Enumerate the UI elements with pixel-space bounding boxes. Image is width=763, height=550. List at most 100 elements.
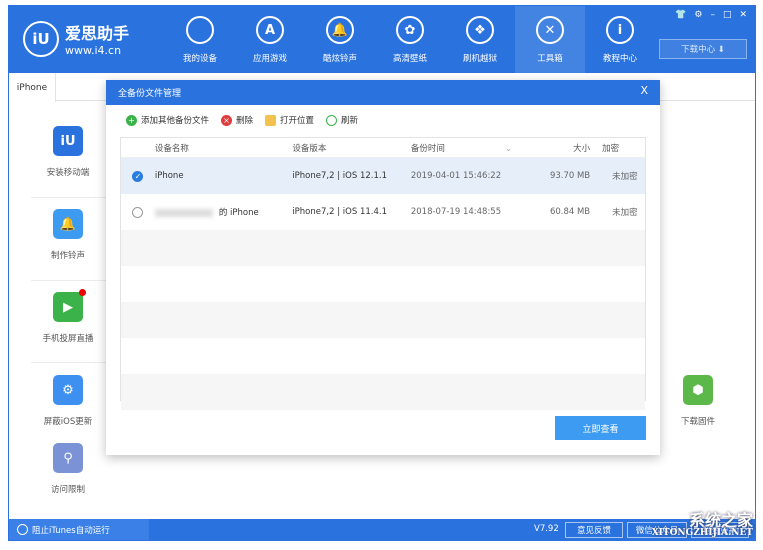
logo-icon: iU	[23, 20, 59, 57]
version-label: V7.92	[534, 524, 559, 534]
dialog-close-button[interactable]: X	[640, 84, 648, 97]
tool-icon: ⚙	[53, 375, 83, 405]
open-label: 打开位置	[280, 116, 315, 126]
table-row[interactable]: ✓ iPhone iPhone7,2 | iOS 12.1.1 2019-04-…	[121, 158, 645, 194]
tool-icon: ▶	[53, 289, 86, 322]
empty-row	[121, 302, 645, 338]
nav-flower[interactable]: ✿ 高清壁纸	[375, 6, 445, 73]
nav-bell[interactable]: 🔔 酷炫铃声	[305, 6, 375, 73]
status-bar: 阻止iTunes自动运行 V7.92 意见反馈 微信公众号 检查更新	[9, 519, 755, 540]
nav-app-store[interactable]: A 应用游戏	[235, 6, 305, 73]
download-center-button[interactable]: 下载中心 ⬇	[659, 39, 747, 59]
block-itunes-label: 阻止iTunes自动运行	[32, 525, 110, 536]
tool-label: 屏蔽iOS更新	[43, 417, 93, 427]
tool-item[interactable]: iU 安装移动端	[23, 126, 113, 178]
refresh-button[interactable]: 刷新	[326, 114, 358, 126]
radio-icon	[17, 524, 28, 535]
tab-iphone[interactable]: iPhone	[9, 73, 56, 102]
nav-dropbox[interactable]: ❖ 刷机越狱	[445, 6, 515, 73]
col-size[interactable]: 大小	[530, 142, 590, 154]
backup-manager-dialog: 全备份文件管理 X + 添加其他备份文件 × 删除 打开位置 刷新 设备名称 设备版…	[106, 80, 660, 455]
encrypt-status: 未加密	[612, 172, 638, 182]
open-location-button[interactable]: 打开位置	[265, 114, 314, 126]
app-name: 爱思助手	[65, 24, 130, 43]
refresh-icon	[326, 114, 338, 126]
nav-tools[interactable]: ✕ 工具箱	[515, 6, 585, 73]
chevron-down-icon: ⌄	[504, 143, 513, 154]
col-backup-time-label: 备份时间	[410, 143, 445, 154]
empty-row	[121, 230, 645, 266]
app-url: www.i4.cn	[65, 44, 122, 57]
device-name-text: iPhone	[154, 171, 184, 181]
backup-time: 2019-04-01 15:46:22	[410, 171, 502, 181]
box-icon: ⬢	[683, 375, 713, 405]
bell-icon: 🔔	[326, 16, 354, 44]
backup-size: 93.70 MB	[549, 171, 591, 181]
col-device-version[interactable]: 设备版本	[292, 142, 411, 154]
watermark: 系统之家 XITONGZHIJIA.NET	[651, 511, 753, 538]
device-name: iPhone	[155, 171, 292, 181]
nav-label: 高清壁纸	[392, 54, 427, 64]
add-backup-button[interactable]: + 添加其他备份文件	[126, 114, 209, 126]
block-itunes-toggle[interactable]: 阻止iTunes自动运行	[9, 519, 149, 540]
tool-label: 手机投屏直播	[42, 334, 94, 344]
folder-search-icon	[265, 114, 277, 126]
shirt-icon[interactable]: 👕	[675, 10, 686, 20]
empty-row	[121, 374, 645, 410]
nav-info[interactable]: i 教程中心	[585, 6, 655, 73]
nav-label: 教程中心	[602, 54, 637, 64]
nav-label: 应用游戏	[252, 54, 287, 64]
feedback-button[interactable]: 意见反馈	[565, 522, 623, 538]
checked-radio-icon[interactable]: ✓	[132, 170, 144, 182]
app-store-icon: A	[256, 16, 284, 44]
header: iU 爱思助手 www.i4.cn 我的设备 A 应用游戏 🔔 酷炫铃声 ✿ 高清壁纸 ❖ 刷机越…	[9, 6, 755, 73]
tool-item[interactable]: 🔔 制作铃声	[23, 209, 113, 261]
device-version: iPhone7,2 | iOS 11.4.1	[292, 207, 387, 217]
tool-label: 制作铃声	[50, 251, 85, 261]
empty-row	[121, 338, 645, 374]
nav-label: 我的设备	[182, 54, 217, 64]
delete-button[interactable]: × 删除	[221, 114, 253, 126]
window-controls: 👕 ⚙ – □ ✕	[675, 10, 747, 20]
nav-apple[interactable]: 我的设备	[165, 6, 235, 73]
table-row[interactable]: 的 iPhone iPhone7,2 | iOS 11.4.1 2018-07-…	[121, 194, 645, 230]
delete-icon: ×	[221, 114, 233, 126]
logo: iU 爱思助手 www.i4.cn	[23, 20, 129, 57]
dropbox-icon: ❖	[466, 16, 494, 44]
delete-label: 删除	[236, 116, 254, 126]
col-backup-time[interactable]: 备份时间 ⌄	[411, 142, 531, 154]
backup-table: 设备名称 设备版本 备份时间 ⌄ 大小 加密 ✓ iPhone iPhone7,2…	[120, 137, 646, 410]
apple-icon	[186, 16, 214, 44]
tool-item[interactable]: ⚙ 屏蔽iOS更新	[23, 375, 113, 427]
minimize-icon[interactable]: –	[710, 10, 715, 20]
radio-icon[interactable]	[132, 206, 144, 218]
dialog-title-bar: 全备份文件管理 X	[106, 80, 660, 105]
nav-label: 工具箱	[537, 54, 563, 64]
nav-label: 刷机越狱	[462, 54, 497, 64]
device-version: iPhone7,2 | iOS 12.1.1	[292, 171, 387, 181]
col-device-name[interactable]: 设备名称	[155, 142, 292, 154]
refresh-label: 刷新	[341, 116, 359, 126]
view-now-button[interactable]: 立即查看	[555, 416, 646, 440]
empty-row	[121, 266, 645, 302]
table-header: 设备名称 设备版本 备份时间 ⌄ 大小 加密	[121, 138, 645, 158]
flower-icon: ✿	[396, 16, 424, 44]
nav-label: 酷炫铃声	[322, 54, 357, 64]
gear-icon[interactable]: ⚙	[694, 10, 702, 20]
backup-time: 2018-07-19 14:48:55	[410, 207, 502, 217]
tools-icon: ✕	[536, 16, 564, 44]
tool-icon: 🔔	[53, 209, 83, 239]
tool-icon: ⚲	[53, 443, 83, 473]
close-icon[interactable]: ✕	[739, 10, 747, 20]
maximize-icon[interactable]: □	[723, 10, 732, 20]
tool-icon: iU	[53, 126, 83, 156]
dialog-title: 全备份文件管理	[118, 89, 182, 99]
col-encrypt[interactable]: 加密	[590, 142, 645, 154]
tool-label: 访问限制	[50, 485, 85, 495]
tool-item-download-firmware[interactable]: ⬢ 下载固件	[653, 375, 743, 427]
tool-label: 下载固件	[680, 417, 715, 427]
device-name-text: 的 iPhone	[218, 208, 259, 218]
tool-item[interactable]: ⚲ 访问限制	[23, 443, 113, 495]
backup-size: 60.84 MB	[549, 207, 591, 217]
tool-item[interactable]: ▶ 手机投屏直播	[23, 289, 113, 344]
